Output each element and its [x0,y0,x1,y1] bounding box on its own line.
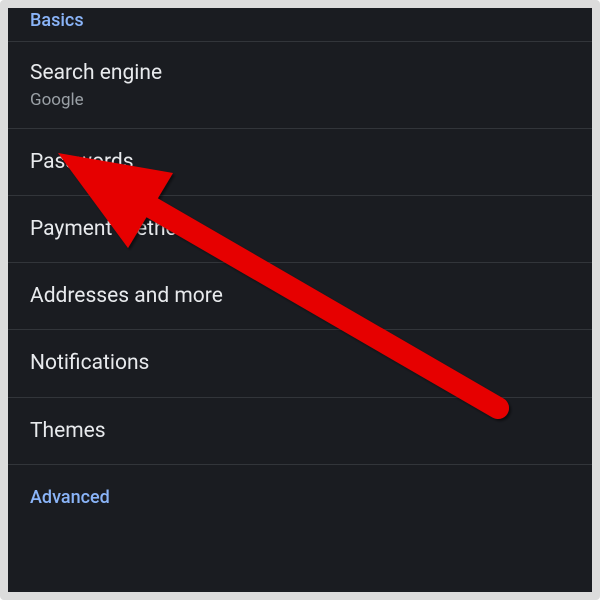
settings-screen-frame: Basics Search engine Google Passwords Pa… [0,0,600,600]
settings-item-addresses[interactable]: Addresses and more [8,262,592,329]
section-header-basics: Basics [8,8,592,41]
section-header-advanced: Advanced [8,464,592,508]
settings-item-label: Themes [30,419,106,443]
settings-item-value: Google [30,90,570,111]
settings-item-notifications[interactable]: Notifications [8,329,592,396]
settings-item-label: Notifications [30,351,149,375]
settings-item-label: Payment methods [30,217,200,241]
settings-scroll-area: Basics Search engine Google Passwords Pa… [8,8,592,592]
settings-item-search-engine[interactable]: Search engine Google [8,41,592,128]
settings-item-passwords[interactable]: Passwords [8,128,592,195]
settings-item-label: Search engine [30,60,570,86]
settings-item-label: Addresses and more [30,284,223,308]
settings-item-payment-methods[interactable]: Payment methods [8,195,592,262]
settings-item-themes[interactable]: Themes [8,397,592,464]
settings-item-label: Passwords [30,150,134,174]
